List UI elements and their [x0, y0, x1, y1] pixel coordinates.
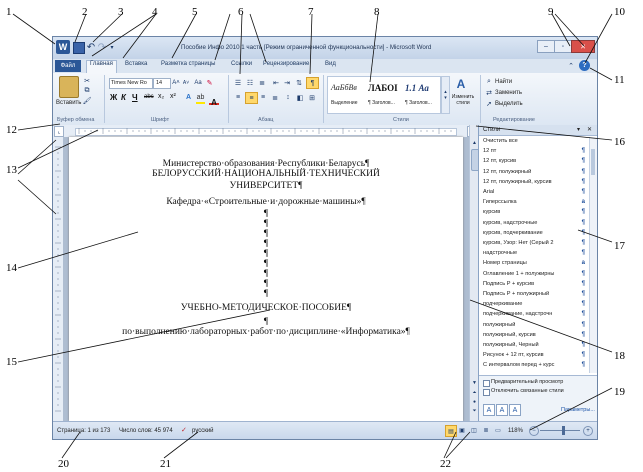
callout-leader-line — [61, 431, 81, 459]
callout-number: 21 — [160, 458, 171, 470]
callout-number: 17 — [614, 240, 625, 252]
callout-leader-line — [369, 13, 379, 83]
callout-number: 22 — [440, 458, 451, 470]
callout-number: 10 — [614, 6, 625, 18]
callout-number: 13 — [6, 164, 17, 176]
callout-leader-line — [91, 13, 157, 57]
callout-leader-line — [584, 13, 613, 64]
callout-number: 12 — [6, 124, 17, 136]
callout-number: 8 — [374, 6, 380, 18]
callout-number: 9 — [548, 6, 554, 18]
callout-leader-line — [17, 309, 271, 363]
callout-number: 14 — [6, 262, 17, 274]
callout-leader-line — [17, 123, 61, 131]
callout-leader-line — [589, 67, 613, 81]
callout-number: 18 — [614, 350, 625, 362]
callout-leader-line — [249, 13, 267, 63]
callout-number: 6 — [238, 6, 244, 18]
callout-leader-line — [17, 129, 99, 169]
callout-leader-line — [171, 13, 197, 59]
callout-number: 3 — [118, 6, 124, 18]
callout-number: 7 — [308, 6, 314, 18]
callout-leader-line — [577, 229, 613, 243]
callout-leader-line — [469, 299, 613, 353]
callout-leader-line — [92, 13, 123, 43]
callout-leader-line — [122, 13, 157, 59]
callout-number: 15 — [6, 356, 17, 368]
callout-number: 20 — [58, 458, 69, 470]
callout-leader-line — [554, 13, 585, 47]
callout-leader-line — [17, 179, 57, 215]
callout-number: 4 — [152, 6, 158, 18]
callout-number: 2 — [82, 6, 88, 18]
callout-leader-line — [17, 231, 139, 269]
callout-leader-line — [74, 13, 87, 43]
callout-number: 19 — [614, 386, 625, 398]
callout-leader-line — [12, 13, 56, 45]
callout-leader-line — [239, 13, 243, 75]
callout-leader-line — [475, 125, 613, 141]
callout-leader-line — [309, 13, 313, 75]
callout-number: 16 — [614, 136, 625, 148]
callout-leader-line — [214, 13, 231, 61]
callout-leader-line — [163, 431, 199, 459]
callout-leader-line — [17, 139, 57, 175]
callout-number: 11 — [614, 74, 625, 86]
callout-leader-line — [551, 13, 571, 47]
callout-leader-line — [529, 387, 613, 431]
callout-lines — [12, 13, 613, 459]
callout-number: 5 — [192, 6, 198, 18]
callout-number: 1 — [6, 6, 12, 18]
